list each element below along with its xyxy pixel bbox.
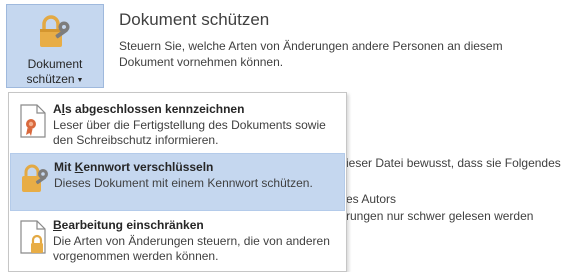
lock-key-icon <box>35 13 75 56</box>
chevron-down-icon: ▼ <box>76 77 84 84</box>
menu-item-title: Bearbeitung einschränken <box>53 218 204 232</box>
background-text-fragment: rungen nur schwer gelesen werden <box>346 209 534 223</box>
section-title: Dokument schützen <box>119 10 270 29</box>
menu-item-encrypt-with-password[interactable]: Mit Kennwort verschlüsseln Dieses Dokume… <box>10 153 345 211</box>
menu-item-description: Die Arten von Änderungen steuern, die vo… <box>53 234 330 263</box>
document-ribbon-icon <box>18 103 50 139</box>
menu-item-restrict-editing[interactable]: Bearbeitung einschränken Die Arten von Ä… <box>10 212 345 270</box>
document-lock-icon <box>18 219 50 255</box>
protect-document-label: Dokument schützen ▼ <box>26 57 84 86</box>
background-text-fragment: es Autors <box>346 192 397 206</box>
lock-key-icon <box>19 161 51 197</box>
menu-item-title: Mit Kennwort verschlüsseln <box>54 160 214 174</box>
section-description: Steuern Sie, welche Arten von Änderungen… <box>119 39 503 69</box>
menu-item-title: Als abgeschlossen kennzeichnen <box>53 102 245 116</box>
menu-item-mark-as-final[interactable]: Als abgeschlossen kennzeichnen Leser übe… <box>10 96 345 154</box>
background-text-fragment: ieser Datei bewusst, dass sie Folgendes <box>346 156 561 170</box>
menu-item-description: Leser über die Fertigstellung des Dokume… <box>53 118 326 147</box>
protect-document-button[interactable]: Dokument schützen ▼ <box>6 4 104 88</box>
menu-item-description: Dieses Dokument mit einem Kennwort schüt… <box>54 176 313 190</box>
protect-document-menu: Als abgeschlossen kennzeichnen Leser übe… <box>8 92 347 272</box>
